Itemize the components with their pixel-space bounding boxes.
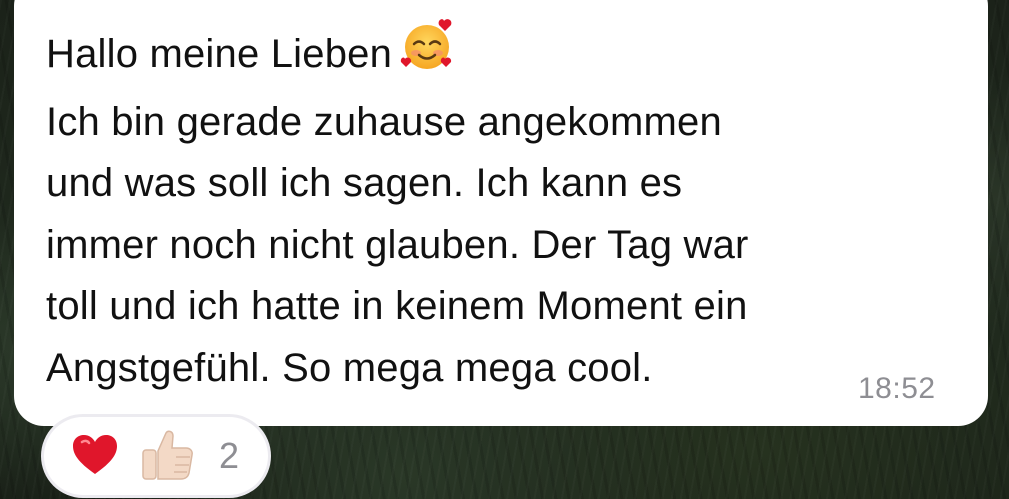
reaction-count: 2 [219, 435, 240, 476]
sender-name-stub [46, 0, 376, 7]
smiling-face-with-hearts-icon [400, 17, 456, 92]
message-line-3: und was soll ich sagen. Ich kann es [46, 161, 683, 205]
thumbs-up-icon [140, 429, 194, 486]
message-timestamp: 18:52 [858, 372, 936, 405]
message-line-2: Ich bin gerade zuhause angekommen [46, 99, 722, 144]
message-line-1: Hallo meine Lieben [46, 17, 946, 92]
reactions-pill[interactable]: 2 [44, 417, 268, 495]
message-line-6: Angstgefühl. So mega mega cool. [46, 345, 653, 390]
message-line-4: immer noch nicht glauben. Der Tag war [46, 222, 749, 267]
red-heart-icon [72, 434, 118, 481]
message-line-1-text: Hallo meine Lieben [46, 32, 393, 76]
message-line-5: toll und ich hatte in keinem Moment ein [46, 284, 748, 328]
message-text: Hallo meine Lieben Ich bin gerade zuhaus… [46, 17, 946, 399]
